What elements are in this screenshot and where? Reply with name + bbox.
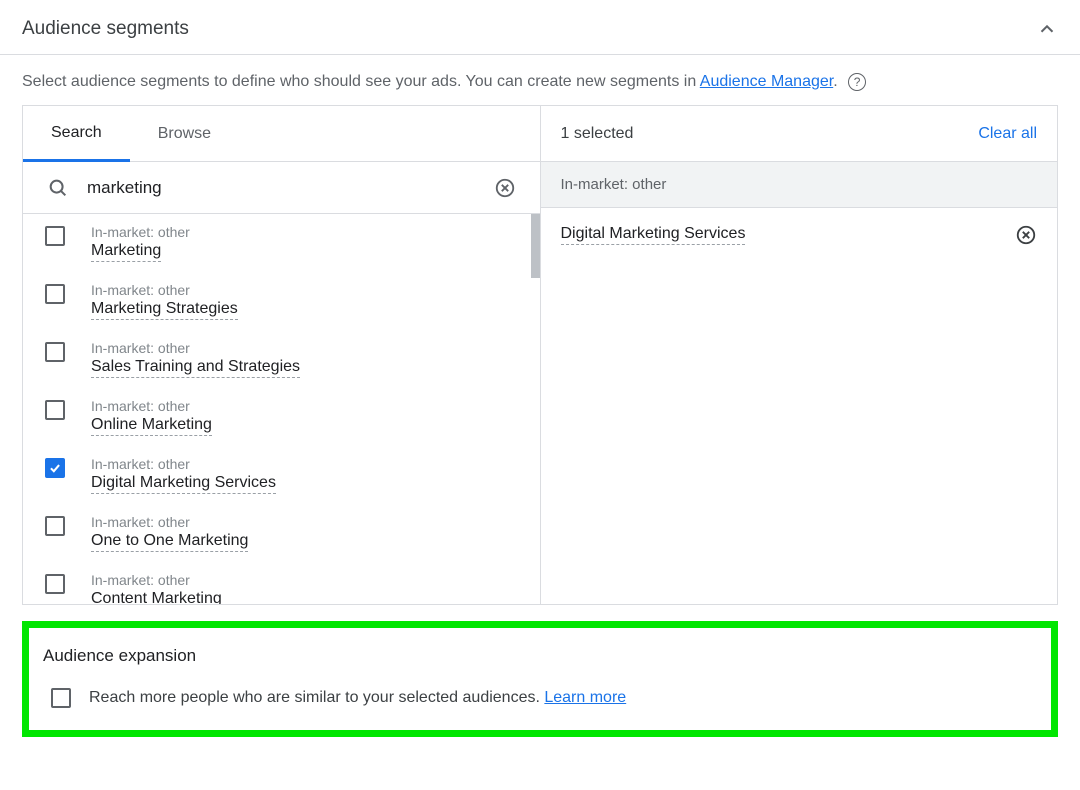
selected-count: 1 selected	[561, 125, 634, 143]
section-description: Select audience segments to define who s…	[0, 55, 1080, 105]
audience-expansion-box: Audience expansion Reach more people who…	[22, 621, 1058, 737]
selected-group-header: In-market: other	[541, 162, 1058, 208]
result-checkbox[interactable]	[45, 284, 65, 304]
search-row	[23, 162, 540, 214]
result-item[interactable]: In-market: other Marketing Strategies	[23, 272, 540, 330]
result-checkbox[interactable]	[45, 400, 65, 420]
collapse-icon[interactable]	[1036, 18, 1058, 40]
expansion-text-label: Reach more people who are similar to you…	[89, 689, 544, 706]
tab-browse[interactable]: Browse	[130, 106, 239, 161]
search-icon	[47, 177, 69, 199]
clear-all-button[interactable]: Clear all	[978, 125, 1037, 143]
result-item[interactable]: In-market: other Online Marketing	[23, 388, 540, 446]
result-name: Sales Training and Strategies	[91, 358, 300, 378]
remove-selected-icon[interactable]	[1015, 224, 1037, 246]
result-category: In-market: other	[91, 398, 212, 414]
result-category: In-market: other	[91, 572, 222, 588]
result-checkbox[interactable]	[45, 516, 65, 536]
result-category: In-market: other	[91, 340, 300, 356]
result-name: Digital Marketing Services	[91, 474, 276, 494]
expansion-learn-more-link[interactable]: Learn more	[544, 689, 626, 706]
result-category: In-market: other	[91, 282, 238, 298]
expansion-checkbox[interactable]	[51, 688, 71, 708]
search-input[interactable]	[85, 177, 494, 199]
result-checkbox[interactable]	[45, 574, 65, 594]
result-checkbox[interactable]	[45, 458, 65, 478]
expansion-title: Audience expansion	[43, 646, 1037, 666]
section-header: Audience segments	[0, 0, 1080, 55]
result-name: Content Marketing	[91, 590, 222, 604]
left-panel: Search Browse In-market: otherMarketingI…	[23, 106, 541, 604]
selected-item: Digital Marketing Services	[541, 208, 1058, 262]
result-category: In-market: other	[91, 456, 276, 472]
help-icon[interactable]: ?	[848, 73, 866, 91]
result-category: In-market: other	[91, 514, 248, 530]
tab-search[interactable]: Search	[23, 107, 130, 162]
expansion-text: Reach more people who are similar to you…	[89, 689, 626, 707]
results-list: In-market: otherMarketingIn-market: othe…	[23, 214, 540, 604]
tab-bar: Search Browse	[23, 106, 540, 162]
result-name: One to One Marketing	[91, 532, 248, 552]
result-name: Marketing Strategies	[91, 300, 238, 320]
result-name: Marketing	[91, 242, 161, 262]
section-title: Audience segments	[22, 18, 189, 40]
result-item[interactable]: In-market: other One to One Marketing	[23, 504, 540, 562]
result-item[interactable]: In-market: other Digital Marketing Servic…	[23, 446, 540, 504]
selected-name: Digital Marketing Services	[561, 225, 746, 245]
right-panel: 1 selected Clear all In-market: other Di…	[541, 106, 1058, 604]
result-checkbox[interactable]	[45, 342, 65, 362]
scrollbar-thumb[interactable]	[531, 214, 540, 278]
result-item[interactable]: In-market: other Content Marketing	[23, 562, 540, 604]
audience-manager-link[interactable]: Audience Manager	[700, 73, 833, 90]
clear-search-icon[interactable]	[494, 177, 516, 199]
result-item[interactable]: In-market: other Marketing	[23, 214, 540, 272]
desc-post: .	[833, 73, 837, 90]
desc-pre: Select audience segments to define who s…	[22, 73, 700, 90]
segment-panels: Search Browse In-market: otherMarketingI…	[22, 105, 1058, 605]
result-name: Online Marketing	[91, 416, 212, 436]
result-category: In-market: other	[91, 224, 190, 240]
result-checkbox[interactable]	[45, 226, 65, 246]
result-item[interactable]: In-market: other Sales Training and Strat…	[23, 330, 540, 388]
expansion-row: Reach more people who are similar to you…	[43, 688, 1037, 708]
selected-list: Digital Marketing Services	[541, 208, 1058, 262]
selected-header: 1 selected Clear all	[541, 106, 1058, 162]
